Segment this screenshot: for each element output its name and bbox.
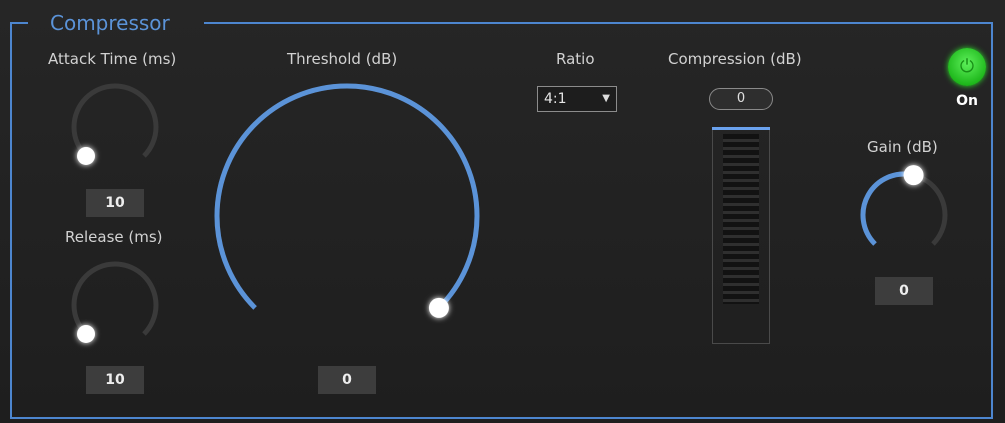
- release-knob[interactable]: [71, 261, 159, 343]
- knob-active-arc: [214, 83, 480, 310]
- power-label: On: [956, 93, 978, 109]
- knobs-layer: [71, 83, 948, 343]
- power-icon: ⏻: [959, 56, 975, 77]
- threshold-knob[interactable]: [214, 83, 480, 318]
- knob-handle: [77, 324, 96, 343]
- compression-value: 0: [709, 88, 773, 110]
- knob-track: [71, 83, 159, 158]
- compression-meter-top: [712, 127, 770, 130]
- knob-handle: [428, 297, 449, 318]
- knob-track: [71, 261, 159, 336]
- gain-knob[interactable]: [860, 165, 948, 246]
- threshold-value[interactable]: 0: [318, 366, 376, 394]
- gain-value[interactable]: 0: [875, 277, 933, 305]
- ratio-selected-value: 4:1: [544, 91, 567, 107]
- attack-time-value[interactable]: 10: [86, 189, 144, 217]
- ratio-dropdown[interactable]: 4:1 ▼: [537, 86, 617, 112]
- compressor-panel: Compressor Attack Time (ms) Release (ms)…: [0, 0, 1005, 423]
- knob-active-arc: [860, 171, 915, 246]
- dropdown-arrow-icon: ▼: [602, 93, 610, 104]
- power-button[interactable]: ⏻: [948, 48, 986, 86]
- release-value[interactable]: 10: [86, 366, 144, 394]
- attack-time-knob[interactable]: [71, 83, 159, 165]
- knob-track: [214, 83, 480, 310]
- knob-handle: [903, 165, 924, 186]
- knob-handle: [77, 146, 96, 165]
- compression-meter-segments: [723, 134, 759, 304]
